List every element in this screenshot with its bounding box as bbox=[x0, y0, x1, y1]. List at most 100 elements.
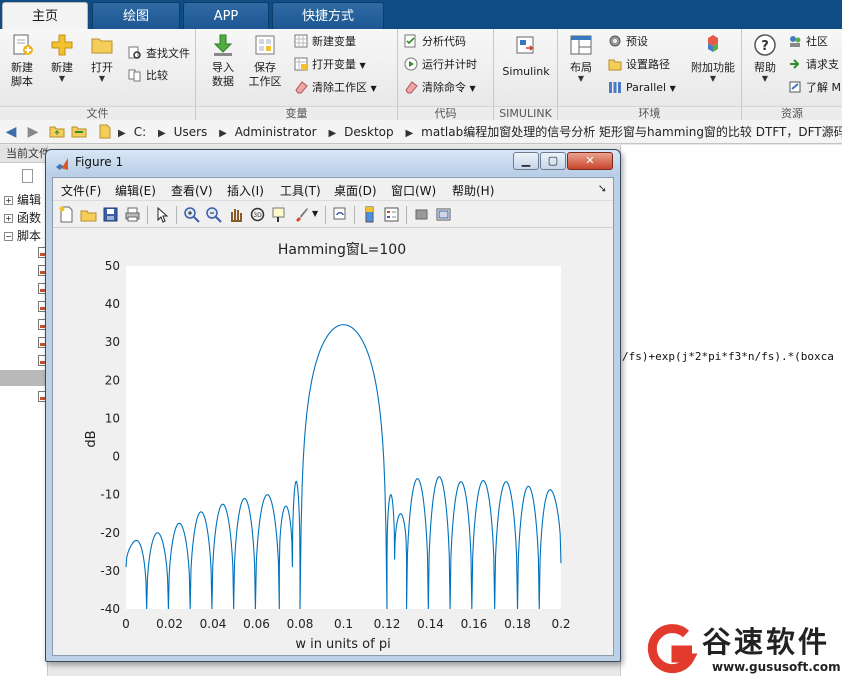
link-plot-icon[interactable] bbox=[332, 206, 349, 223]
chevron-down-icon[interactable]: ▼ bbox=[312, 209, 318, 218]
figure-title-bar[interactable]: Figure 1 ▁ ▢ ✕ bbox=[46, 150, 620, 176]
menu-insert[interactable]: 插入(I) bbox=[227, 182, 264, 199]
menu-edit[interactable]: 编辑(E) bbox=[115, 182, 156, 199]
breadcrumb-item[interactable]: Users bbox=[174, 120, 208, 144]
command-line-text: /fs)+exp(j*2*pi*f3*n/fs).*(boxca bbox=[622, 350, 834, 363]
expand-icon[interactable]: + bbox=[4, 196, 13, 205]
browse-folder-icon[interactable] bbox=[70, 123, 88, 141]
up-folder-icon[interactable] bbox=[48, 123, 66, 141]
zoom-out-icon[interactable] bbox=[205, 206, 222, 223]
clear-commands-button[interactable]: 清除命令 ▼ bbox=[404, 79, 476, 97]
breadcrumb-item[interactable]: Administrator bbox=[235, 120, 317, 144]
figure-plot[interactable]: Hamming窗L=100 50 40 30 20 10 0 -10 -20 -30 -40 0 0… bbox=[53, 229, 613, 655]
find-files-button[interactable]: 查找文件 bbox=[128, 45, 190, 63]
tab-apps[interactable]: APP bbox=[183, 2, 269, 29]
simulink-button[interactable]: Simulink bbox=[500, 33, 552, 79]
rotate-3d-icon[interactable]: 3D bbox=[249, 206, 266, 223]
forward-arrow-icon[interactable]: ▶ bbox=[24, 123, 42, 141]
set-path-label: 设置路径 bbox=[626, 58, 670, 71]
collapse-icon[interactable]: − bbox=[4, 232, 13, 241]
command-window-pane[interactable] bbox=[620, 145, 842, 676]
help-button[interactable]: ? 帮助 ▼ bbox=[746, 33, 784, 83]
open-file-icon[interactable] bbox=[80, 206, 97, 223]
legend-icon[interactable] bbox=[383, 206, 400, 223]
x-tick-label: 0.14 bbox=[417, 617, 444, 631]
matlab-logo-icon bbox=[56, 158, 68, 170]
open-variable-button[interactable]: 打开变量 ▼ bbox=[294, 56, 366, 74]
expand-icon[interactable]: + bbox=[4, 214, 13, 223]
run-and-time-button[interactable]: 运行并计时 bbox=[404, 56, 477, 74]
dock-arrow-icon[interactable]: ➘ bbox=[598, 182, 607, 195]
show-plot-tools-icon[interactable] bbox=[435, 206, 452, 223]
maximize-button[interactable]: ▢ bbox=[540, 152, 566, 170]
colorbar-icon[interactable] bbox=[361, 206, 378, 223]
analyze-code-icon bbox=[404, 34, 416, 48]
menu-window[interactable]: 窗口(W) bbox=[391, 182, 436, 199]
breadcrumb-separator: ▶ bbox=[118, 128, 126, 139]
new-label: 新建 bbox=[51, 61, 73, 74]
menu-tools[interactable]: 工具(T) bbox=[280, 182, 321, 199]
simulink-icon bbox=[516, 36, 534, 54]
x-tick-label: 0.02 bbox=[156, 617, 183, 631]
print-icon[interactable] bbox=[124, 206, 141, 223]
tab-plots[interactable]: 绘图 bbox=[92, 2, 180, 29]
y-tick-label: -30 bbox=[100, 564, 120, 578]
cursor-icon[interactable] bbox=[154, 206, 171, 223]
add-ons-button[interactable]: 附加功能 ▼ bbox=[690, 33, 736, 83]
back-arrow-icon[interactable]: ◀ bbox=[2, 123, 20, 141]
close-button[interactable]: ✕ bbox=[567, 152, 613, 170]
hide-plot-tools-icon[interactable] bbox=[413, 206, 430, 223]
menu-desktop[interactable]: 桌面(D) bbox=[334, 182, 377, 199]
breadcrumb-separator: ▶ bbox=[219, 128, 227, 139]
save-icon[interactable] bbox=[102, 206, 119, 223]
zoom-in-icon[interactable] bbox=[183, 206, 200, 223]
tree-item-edit[interactable]: + 编辑 bbox=[4, 191, 41, 208]
learn-icon bbox=[789, 81, 801, 93]
breadcrumb-item[interactable]: Desktop bbox=[344, 120, 394, 144]
parallel-button[interactable]: Parallel ▼ bbox=[608, 79, 676, 97]
new-figure-icon[interactable] bbox=[58, 206, 75, 223]
find-files-label: 查找文件 bbox=[146, 47, 190, 60]
breadcrumb-item[interactable]: C: bbox=[134, 120, 146, 144]
watermark-title: 谷速软件 bbox=[702, 625, 831, 659]
analyze-code-button[interactable]: 分析代码 bbox=[404, 33, 466, 51]
data-cursor-icon[interactable] bbox=[271, 206, 288, 223]
clear-workspace-button[interactable]: 清除工作区 ▼ bbox=[294, 79, 377, 97]
import-data-button[interactable]: 导入 数据 bbox=[204, 33, 242, 89]
tree-item-label: 编辑 bbox=[17, 193, 42, 207]
layout-label: 布局 bbox=[570, 61, 592, 74]
minimize-button[interactable]: ▁ bbox=[513, 152, 539, 170]
request-support-button[interactable]: 请求支 bbox=[788, 56, 839, 74]
new-variable-button[interactable]: 新建变量 bbox=[294, 33, 356, 51]
menu-file[interactable]: 文件(F) bbox=[61, 182, 101, 199]
learn-matlab-button[interactable]: 了解 M bbox=[788, 79, 841, 97]
menu-view[interactable]: 查看(V) bbox=[171, 182, 213, 199]
toolbar-separator bbox=[325, 206, 326, 224]
current-folder-address-bar: ◀ ▶ ▶ C: ▶ Users ▶ Administrator ▶ Desktop ▶… bbox=[0, 120, 842, 144]
brush-icon[interactable] bbox=[293, 206, 310, 223]
breadcrumb-item[interactable]: matlab编程加窗处理的信号分析 矩形窗与hamming窗的比较 DTFT，D… bbox=[421, 120, 842, 144]
open-button[interactable]: 打开 ▼ bbox=[83, 33, 121, 83]
menu-help[interactable]: 帮助(H) bbox=[452, 182, 494, 199]
group-environment-label: 环境 bbox=[558, 106, 741, 120]
set-path-button[interactable]: 设置路径 bbox=[608, 56, 670, 74]
community-button[interactable]: 社区 bbox=[788, 33, 828, 51]
tab-home[interactable]: 主页 bbox=[2, 2, 88, 30]
toolbar-separator bbox=[406, 206, 407, 224]
new-button[interactable]: 新建 ▼ bbox=[43, 33, 81, 83]
x-axis-label: w in units of pi bbox=[295, 637, 390, 652]
compare-button[interactable]: 比较 bbox=[128, 67, 168, 85]
breadcrumb-separator: ▶ bbox=[157, 128, 166, 139]
new-script-button[interactable]: 新建 脚本 bbox=[3, 33, 41, 89]
tree-item-scripts[interactable]: − 脚本 bbox=[4, 227, 41, 244]
folder-icon bbox=[91, 38, 113, 54]
save-workspace-label: 保存 工作区 bbox=[248, 61, 282, 88]
tree-item-label: 脚本 bbox=[17, 229, 42, 243]
pan-hand-icon[interactable] bbox=[227, 206, 244, 223]
save-workspace-button[interactable]: 保存 工作区 bbox=[244, 33, 286, 89]
tab-shortcuts[interactable]: 快捷方式 bbox=[272, 2, 384, 29]
add-ons-label: 附加功能 bbox=[691, 61, 735, 74]
tree-item-functions[interactable]: + 函数 bbox=[4, 209, 41, 226]
preferences-button[interactable]: 预设 bbox=[608, 33, 648, 51]
layout-button[interactable]: 布局 ▼ bbox=[562, 33, 600, 83]
